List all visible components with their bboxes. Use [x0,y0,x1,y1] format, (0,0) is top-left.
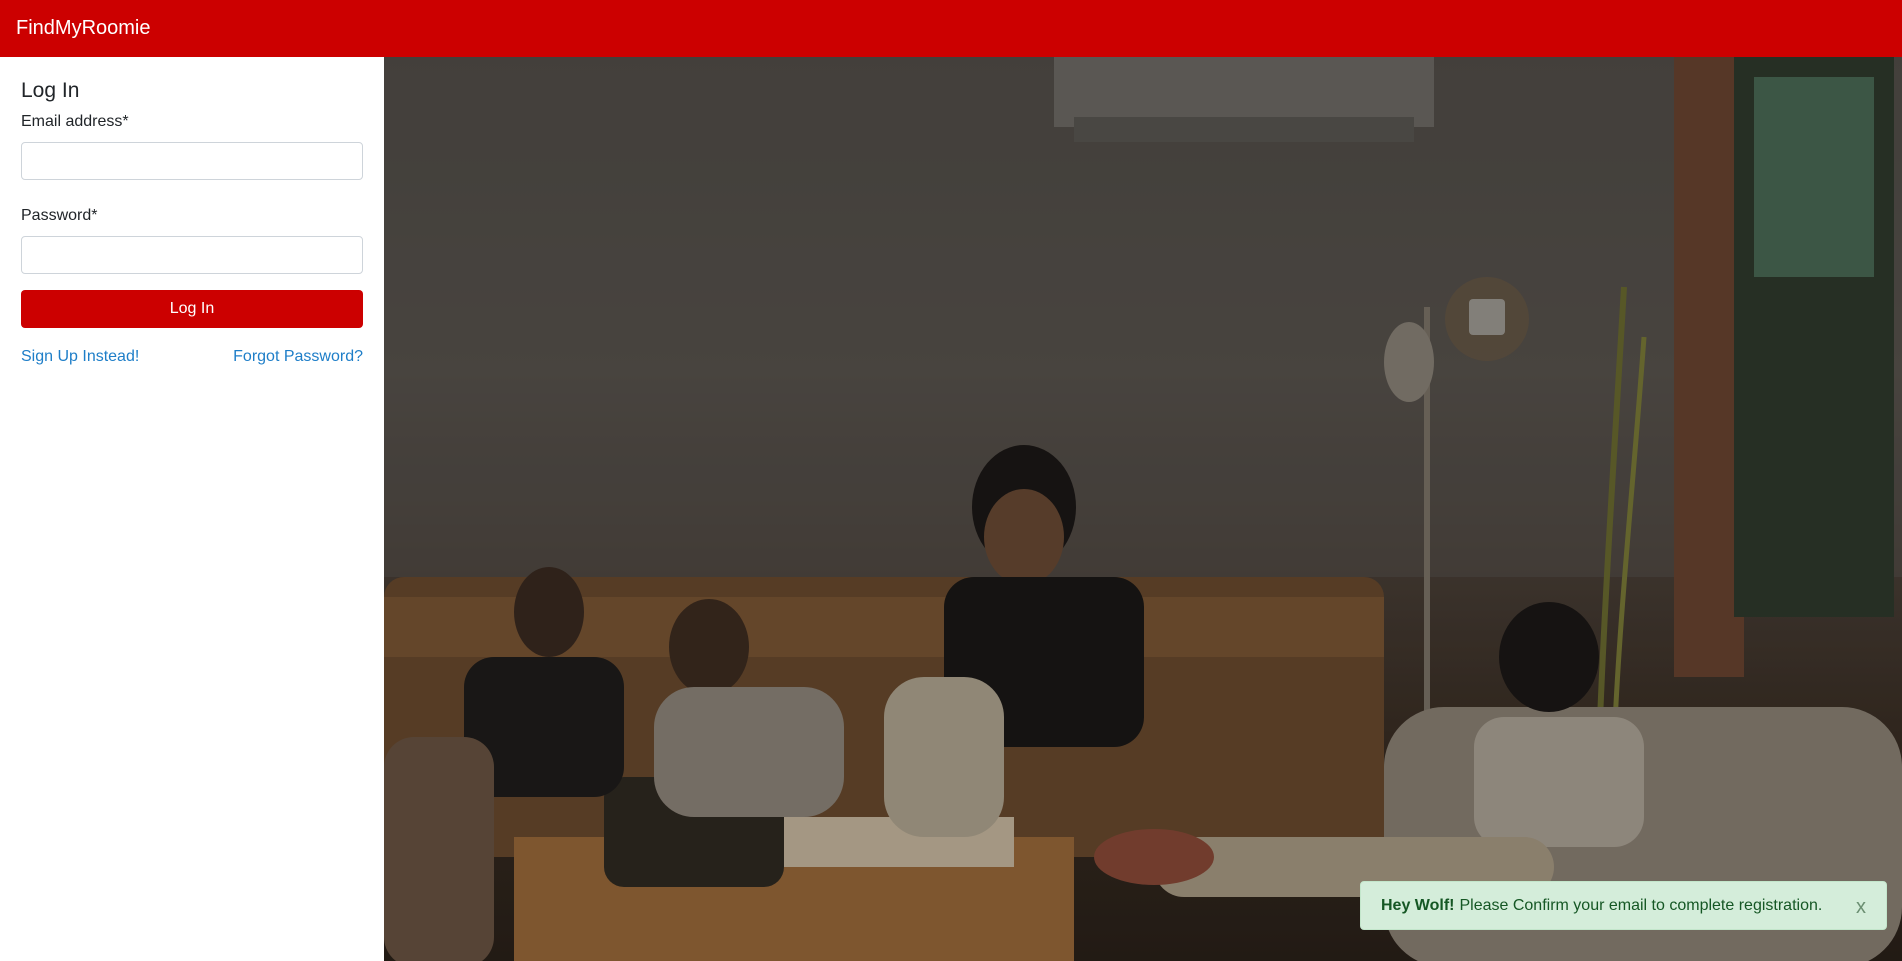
password-field[interactable] [21,236,363,274]
toast-greeting: Hey Wolf! [1381,896,1455,914]
login-button[interactable]: Log In [21,290,363,328]
background-photo [384,57,1902,961]
confirm-email-toast: Hey Wolf! Please Confirm your email to c… [1360,881,1887,930]
toast-message: Please Confirm your email to complete re… [1459,896,1823,914]
room-scene-illustration [384,57,1902,961]
password-label: Password* [21,207,98,224]
forgot-password-link[interactable]: Forgot Password? [233,348,363,366]
email-label: Email address* [21,113,129,130]
login-panel: Log In Email address* Password* Log In S… [0,57,384,961]
email-field[interactable] [21,142,363,180]
signup-link[interactable]: Sign Up Instead! [21,348,139,366]
login-title: Log In [21,79,80,102]
top-navbar: FindMyRoomie [0,0,1902,57]
close-icon[interactable]: x [1856,896,1866,919]
auth-links: Sign Up Instead! Forgot Password? [21,348,363,366]
brand-logo[interactable]: FindMyRoomie [16,17,150,40]
